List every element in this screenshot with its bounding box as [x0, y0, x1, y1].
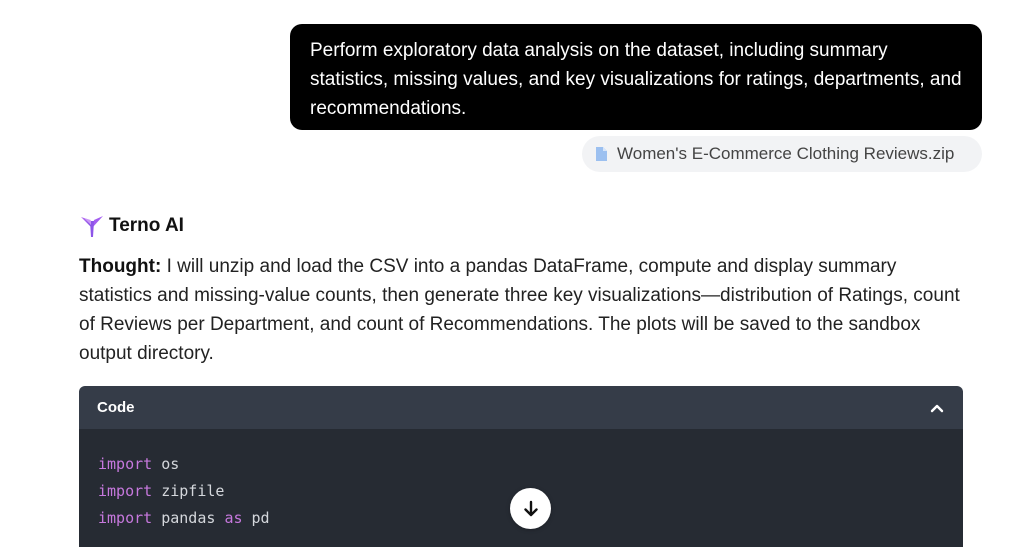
code-keyword: as: [224, 509, 243, 527]
code-text: os: [152, 455, 180, 473]
attachment-filename: Women's E-Commerce Clothing Reviews.zip: [617, 144, 955, 163]
file-icon: [596, 147, 607, 161]
code-block-header[interactable]: Code: [79, 386, 963, 429]
user-message-bubble: Perform exploratory data analysis on the…: [290, 24, 982, 130]
code-keyword: import: [98, 482, 153, 500]
terno-logo-icon: [81, 216, 103, 237]
attachment-chip[interactable]: Women's E-Commerce Clothing Reviews.zip: [582, 136, 982, 172]
scroll-down-button[interactable]: [510, 488, 551, 529]
chevron-up-icon[interactable]: [929, 400, 945, 416]
chat-page: Perform exploratory data analysis on the…: [0, 0, 1024, 554]
code-text: zipfile: [152, 482, 225, 500]
code-block-title: Code: [97, 399, 135, 416]
assistant-name: Terno AI: [109, 215, 184, 236]
thought-label: Thought:: [79, 256, 162, 277]
code-block-body: import os import zipfile import pandas a…: [79, 429, 963, 547]
assistant-header: Terno AI: [80, 212, 184, 240]
code-text: pd: [242, 509, 270, 527]
arrow-down-icon: [523, 500, 538, 516]
code-text: pandas: [152, 509, 225, 527]
thought-text: I will unzip and load the CSV into a pan…: [79, 256, 960, 364]
thought-paragraph: Thought: I will unzip and load the CSV i…: [79, 252, 964, 368]
user-message-text: Perform exploratory data analysis on the…: [310, 40, 962, 119]
code-keyword: import: [98, 455, 153, 473]
code-line: import os: [98, 451, 944, 478]
code-keyword: import: [98, 509, 153, 527]
